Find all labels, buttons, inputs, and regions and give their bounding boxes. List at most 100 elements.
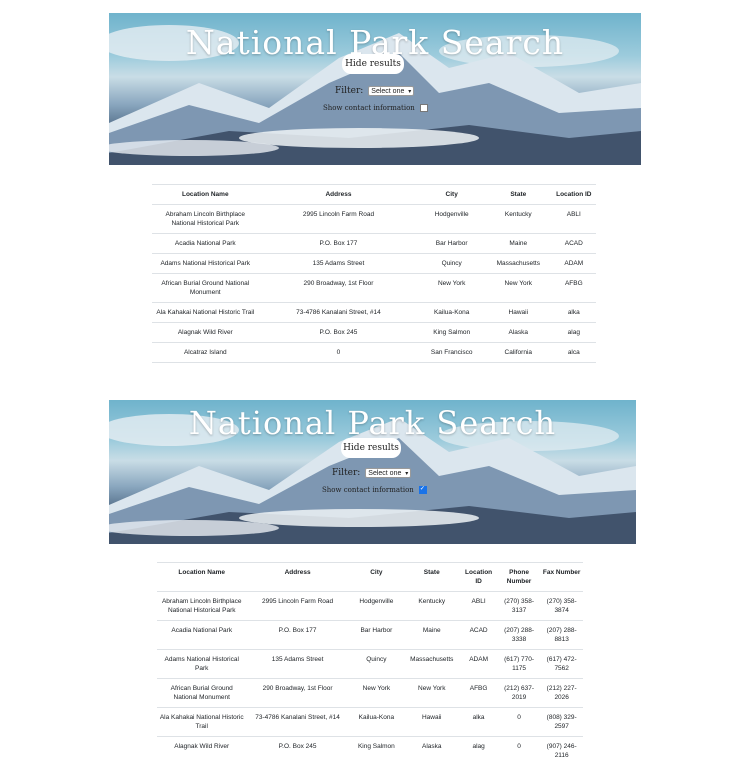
column-header: Location ID [552, 185, 596, 205]
cell: Quincy [418, 254, 485, 274]
cell: Kentucky [404, 592, 459, 621]
contact-checkbox[interactable] [420, 104, 428, 112]
cell: alka [552, 303, 596, 323]
table-row: Alagnak Wild River P.O. Box 245 King Sal… [152, 323, 596, 343]
table-row: Alagnak Wild River P.O. Box 245 King Sal… [157, 737, 583, 765]
cell: (907) 246-2116 [540, 737, 583, 765]
cell: Massachusetts [485, 254, 552, 274]
cell: (207) 288-8813 [540, 621, 583, 650]
cell: Alaska [485, 323, 552, 343]
cell: 290 Broadway, 1st Floor [246, 679, 348, 708]
filter-row: Filter: Select one ▾ [335, 86, 414, 96]
column-header: Location Name [157, 563, 246, 592]
column-header: City [349, 563, 404, 592]
table-row: Abraham Lincoln Birthplace National Hist… [152, 205, 596, 234]
filter-select-value: Select one [371, 88, 404, 95]
contact-checkbox[interactable] [419, 486, 427, 494]
cell: San Francisco [418, 343, 485, 363]
cell: alag [459, 737, 497, 765]
column-header: Fax Number [540, 563, 583, 592]
cell: (212) 227-2026 [540, 679, 583, 708]
cell: Acadia National Park [152, 234, 259, 254]
cell: (270) 358-3137 [498, 592, 541, 621]
cell: ADAM [552, 254, 596, 274]
table-row: African Burial Ground National Monument … [152, 274, 596, 303]
cell: New York [349, 679, 404, 708]
cell: King Salmon [349, 737, 404, 765]
cell: (617) 770-1175 [498, 650, 541, 679]
cell: alca [552, 343, 596, 363]
cell: Adams National Historical Park [152, 254, 259, 274]
table-row: Adams National Historical Park 135 Adams… [152, 254, 596, 274]
cell: 0 [498, 708, 541, 737]
cell: Abraham Lincoln Birthplace National Hist… [157, 592, 246, 621]
cell: 290 Broadway, 1st Floor [259, 274, 419, 303]
filter-select[interactable]: Select one ▾ [365, 468, 411, 478]
cell: P.O. Box 177 [246, 621, 348, 650]
cell: Hawaii [485, 303, 552, 323]
cell: Alagnak Wild River [157, 737, 246, 765]
column-header: Location Name [152, 185, 259, 205]
cell: Abraham Lincoln Birthplace National Hist… [152, 205, 259, 234]
cell: New York [418, 274, 485, 303]
cell: ACAD [552, 234, 596, 254]
cell: alag [552, 323, 596, 343]
column-header: Location ID [459, 563, 497, 592]
table-row: Abraham Lincoln Birthplace National Hist… [157, 592, 583, 621]
cell: New York [485, 274, 552, 303]
hide-results-button[interactable]: Hide results [341, 438, 401, 458]
cell: Acadia National Park [157, 621, 246, 650]
cell: P.O. Box 177 [259, 234, 419, 254]
cell: King Salmon [418, 323, 485, 343]
contact-label: Show contact information [322, 486, 414, 494]
cell: 73-4786 Kanalani Street, #14 [246, 708, 348, 737]
results-table: Location Name Address City State Locatio… [152, 184, 596, 363]
column-header: City [418, 185, 485, 205]
cell: Bar Harbor [349, 621, 404, 650]
table-header-row: Location Name Address City State Locatio… [152, 185, 596, 205]
cell: (207) 288-3338 [498, 621, 541, 650]
cell: 73-4786 Kanalani Street, #14 [259, 303, 419, 323]
cell: Massachusetts [404, 650, 459, 679]
cell: Hodgenville [418, 205, 485, 234]
cell: 2995 Lincoln Farm Road [246, 592, 348, 621]
cell: Alaska [404, 737, 459, 765]
cell: Bar Harbor [418, 234, 485, 254]
filter-row: Filter: Select one ▾ [332, 468, 411, 478]
filter-select-value: Select one [368, 470, 401, 477]
table-row: Alcatraz Island 0 San Francisco Californ… [152, 343, 596, 363]
cell: Alcatraz Island [152, 343, 259, 363]
cell: ACAD [459, 621, 497, 650]
filter-select[interactable]: Select one ▾ [368, 86, 414, 96]
cell: Hodgenville [349, 592, 404, 621]
table-row: Acadia National Park P.O. Box 177 Bar Ha… [157, 621, 583, 650]
cell: Hawaii [404, 708, 459, 737]
cell: (270) 358-3874 [540, 592, 583, 621]
cell: African Burial Ground National Monument [157, 679, 246, 708]
cell: AFBG [459, 679, 497, 708]
cell: 0 [498, 737, 541, 765]
chevron-down-icon: ▾ [408, 88, 411, 95]
cell: P.O. Box 245 [259, 323, 419, 343]
hide-results-button[interactable]: Hide results [342, 54, 404, 74]
cell: 135 Adams Street [246, 650, 348, 679]
column-header: Address [246, 563, 348, 592]
contact-toggle-row: Show contact information [322, 486, 427, 494]
header-banner: National Park Search Hide results Filter… [109, 400, 636, 544]
table-row: Ala Kahakai National Historic Trail 73-4… [157, 708, 583, 737]
cell: California [485, 343, 552, 363]
column-header: Address [259, 185, 419, 205]
cell: (808) 329-2597 [540, 708, 583, 737]
table-row: Ala Kahakai National Historic Trail 73-4… [152, 303, 596, 323]
filter-label: Filter: [335, 86, 363, 96]
cell: (617) 472-7562 [540, 650, 583, 679]
cell: Kailua-Kona [418, 303, 485, 323]
cell: African Burial Ground National Monument [152, 274, 259, 303]
column-header: State [485, 185, 552, 205]
cell: Ala Kahakai National Historic Trail [152, 303, 259, 323]
cell: New York [404, 679, 459, 708]
cell: 0 [259, 343, 419, 363]
cell: Ala Kahakai National Historic Trail [157, 708, 246, 737]
cell: Maine [404, 621, 459, 650]
cell: Maine [485, 234, 552, 254]
